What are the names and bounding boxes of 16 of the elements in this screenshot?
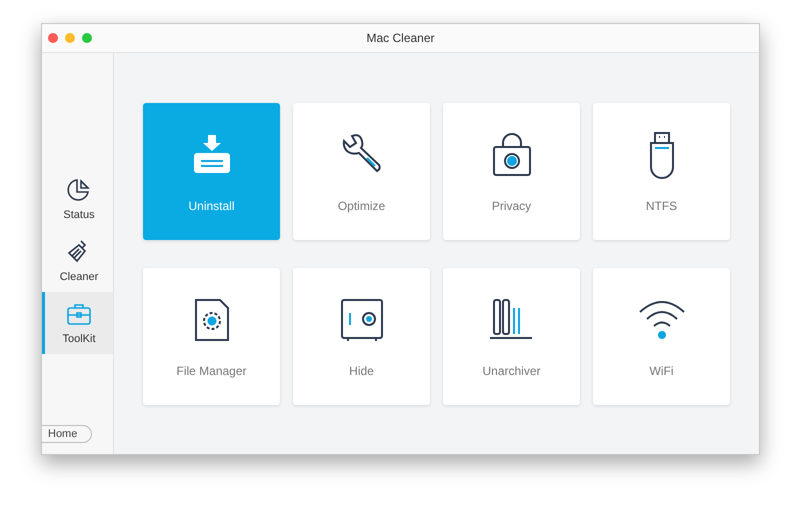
tool-tile[interactable]: Uninstall — [143, 103, 280, 240]
zoom-button[interactable] — [82, 33, 92, 43]
sidebar-item[interactable]: ToolKit — [42, 292, 113, 354]
tool-tile[interactable]: File Manager — [143, 268, 280, 405]
tool-tile[interactable]: WiFi — [593, 268, 730, 405]
window-title: Mac Cleaner — [365, 30, 436, 47]
close-button[interactable] — [48, 33, 58, 43]
tool-tile[interactable]: NTFS — [593, 103, 730, 240]
sidebar-item[interactable]: Cleaner — [42, 230, 113, 292]
tool-tile[interactable]: Hide — [293, 268, 430, 405]
tool-tile[interactable]: Privacy — [443, 103, 580, 240]
sidebar-item[interactable]: Status — [42, 168, 113, 230]
tool-tile[interactable]: Optimize — [293, 103, 430, 240]
home-button[interactable]: Home — [42, 425, 92, 443]
tool-tile[interactable]: Unarchiver — [443, 268, 580, 405]
minimize-button[interactable] — [65, 33, 75, 43]
